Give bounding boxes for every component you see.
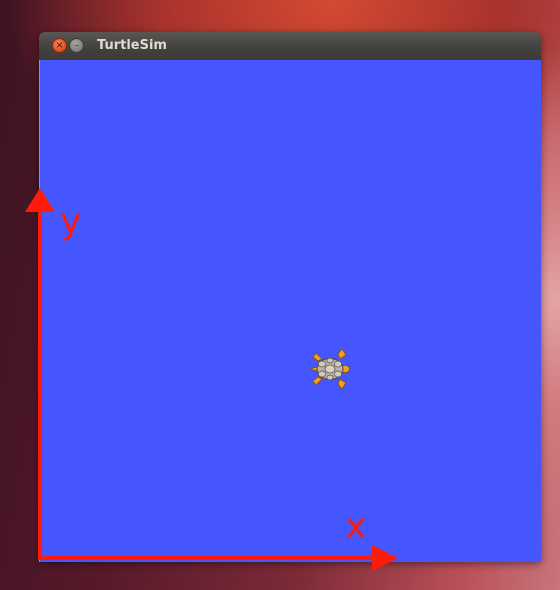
turtle-icon — [308, 348, 350, 390]
close-button[interactable]: × — [52, 38, 67, 53]
window-title: TurtleSim — [97, 38, 167, 53]
y-axis-label: y — [60, 201, 82, 242]
turtle-canvas[interactable] — [39, 60, 541, 562]
x-axis-label: x — [345, 506, 367, 547]
minimize-button[interactable]: – — [69, 38, 84, 53]
window-titlebar[interactable]: × – TurtleSim — [39, 32, 541, 61]
turtlesim-window: × – TurtleSim — [39, 32, 541, 562]
close-icon: × — [55, 39, 64, 51]
minimize-icon: – — [74, 39, 79, 51]
